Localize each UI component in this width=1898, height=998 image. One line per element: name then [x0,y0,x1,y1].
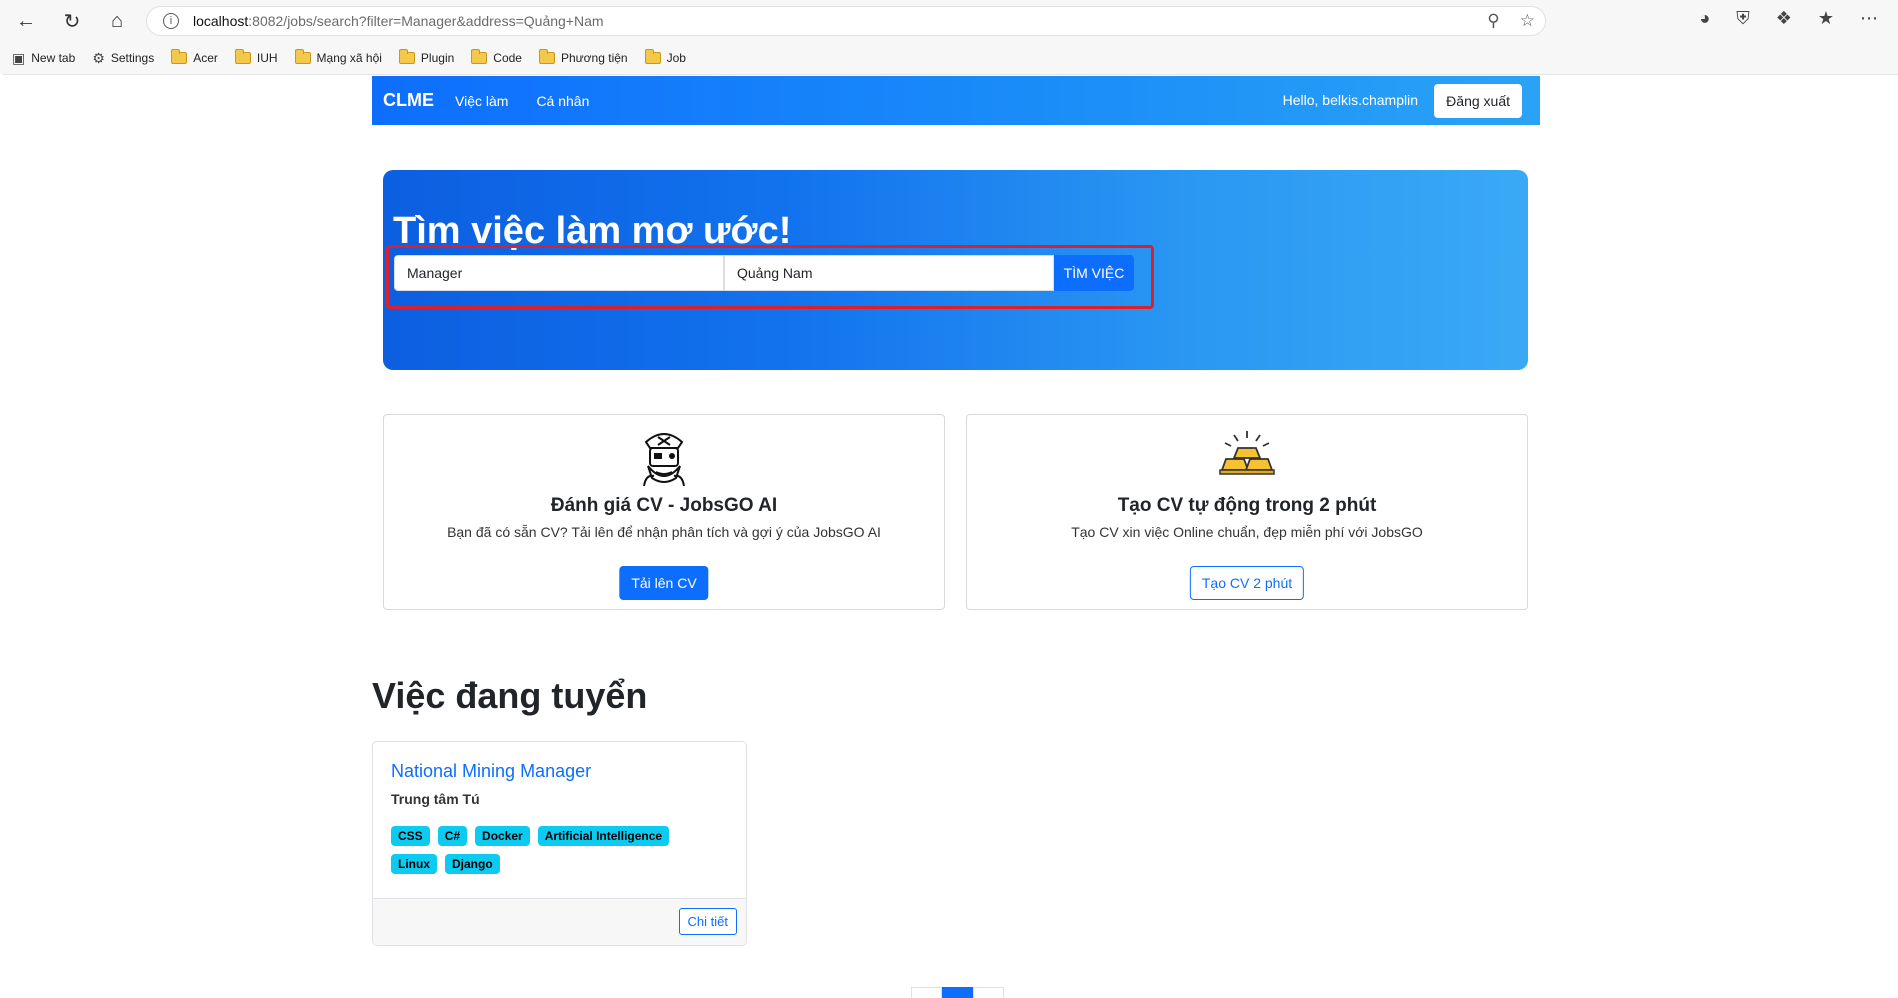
refresh-icon[interactable]: ↻ [58,9,86,33]
feature-title: Tạo CV tự động trong 2 phút [1117,495,1377,516]
more-menu-icon[interactable]: ⋯ [1860,8,1878,29]
skill-tag: CSS [391,826,430,846]
job-tags: CSS C# Docker Artificial Intelligence Li… [391,826,711,874]
nav-link-profile[interactable]: Cá nhân [536,93,589,109]
bookmark-code[interactable]: Code [471,49,522,65]
robot-pirate-icon [638,428,690,491]
zoom-icon[interactable]: ⚲ [1487,11,1499,31]
job-title-link[interactable]: National Mining Manager [391,761,591,782]
browser-toolbar: ← ↻ ⌂ i localhost:8082/jobs/search?filte… [0,0,1898,42]
pagination-prev[interactable] [911,987,942,998]
back-icon[interactable]: ← [12,9,40,33]
logout-button[interactable]: Đăng xuất [1434,84,1522,118]
bookmark-plugin[interactable]: Plugin [398,49,455,65]
url-host: localhost [193,13,249,29]
hero-banner: Tìm việc làm mơ ước! Manager Quảng Nam T… [383,170,1528,370]
folder-icon [538,49,555,64]
bookmark-label: Acer [193,51,218,65]
create-cv-button[interactable]: Tạo CV 2 phút [1189,566,1305,600]
favorite-star-icon[interactable]: ☆ [1520,11,1535,31]
folder-icon [171,49,188,64]
feature-card-cv-review: Đánh giá CV - JobsGO AI Bạn đã có sẵn CV… [383,414,945,610]
bookmark-label: Settings [110,51,155,65]
bookmark-mang-xa-hoi[interactable]: Mạng xã hội [294,49,382,65]
skill-tag: C# [437,826,468,846]
skill-tag: Linux [391,854,437,874]
search-form: Manager Quảng Nam TÌM VIỆC [394,255,1134,291]
nav-link-jobs[interactable]: Việc làm [455,93,508,109]
section-title: Việc đang tuyển [372,675,648,716]
upload-cv-button[interactable]: Tải lên CV [619,566,709,600]
folder-icon [398,49,415,64]
bookmark-label: Phương tiện [560,51,628,65]
gear-icon: ⚙ [92,49,105,66]
bookmarks-bar: ▣ New tab ⚙ Settings Acer IUH Mạng xã hội … [0,42,1898,74]
page-viewport: CLME Việc làm Cá nhân Hello, belkis.cham… [3,74,1898,998]
location-input[interactable]: Quảng Nam [724,255,1054,291]
bookmark-settings[interactable]: ⚙ Settings [92,50,154,67]
bookmark-label: Job [666,51,686,65]
feature-card-create-cv: Tạo CV tự động trong 2 phút Tạo CV xin v… [966,414,1528,610]
shield-icon[interactable]: ⛨ [1736,8,1750,29]
job-card: National Mining Manager Trung tâm Tú CSS… [372,741,747,946]
search-jobs-button[interactable]: TÌM VIỆC [1054,255,1134,291]
folder-icon [234,49,251,64]
bookmark-label: Mạng xã hội [316,51,382,65]
job-card-footer: Chi tiết [373,898,746,945]
home-icon[interactable]: ⌂ [103,9,131,33]
tab-icon: ▣ [12,49,26,66]
bookmark-label: IUH [256,51,278,65]
gold-bars-icon [1218,428,1276,483]
bookmark-label: Code [493,51,522,65]
bookmark-new-tab[interactable]: ▣ New tab [12,50,75,67]
bookmark-iuh[interactable]: IUH [234,49,278,65]
folder-icon [471,49,488,64]
extension-icon[interactable]: ◕ [1699,8,1710,29]
skill-tag: Artificial Intelligence [537,826,670,846]
feature-title: Đánh giá CV - JobsGO AI [550,495,778,516]
site-info-icon[interactable]: i [163,13,179,29]
bookmark-job[interactable]: Job [644,49,686,65]
pagination [911,987,1004,998]
pagination-page-current[interactable] [942,987,973,998]
skill-tag: Django [445,854,500,874]
folder-icon [294,49,311,64]
brand-logo[interactable]: CLME [383,90,434,111]
job-detail-button[interactable]: Chi tiết [678,908,737,935]
bookmark-label: Plugin [420,51,455,65]
bookmark-phuong-tien[interactable]: Phương tiện [538,49,628,65]
favorites-icon[interactable]: ★ [1818,8,1834,29]
site-navbar: CLME Việc làm Cá nhân Hello, belkis.cham… [372,76,1540,125]
url-path: :8082/jobs/search?filter=Manager&address… [248,13,604,29]
user-greeting: Hello, belkis.champlin [1282,92,1418,108]
feature-description: Bạn đã có sẵn CV? Tải lên để nhận phân t… [447,524,881,540]
job-company: Trung tâm Tú [391,791,480,807]
keyword-input[interactable]: Manager [394,255,724,291]
folder-icon [644,49,661,64]
puzzle-icon[interactable]: ❖ [1776,8,1792,29]
pagination-next[interactable] [973,987,1004,998]
bookmark-label: New tab [31,51,76,65]
bookmark-acer[interactable]: Acer [171,49,218,65]
feature-description: Tạo CV xin việc Online chuẩn, đẹp miễn p… [1071,524,1423,540]
url-text[interactable]: localhost:8082/jobs/search?filter=Manage… [193,13,604,29]
address-bar[interactable]: i localhost:8082/jobs/search?filter=Mana… [146,6,1546,36]
skill-tag: Docker [475,826,530,846]
